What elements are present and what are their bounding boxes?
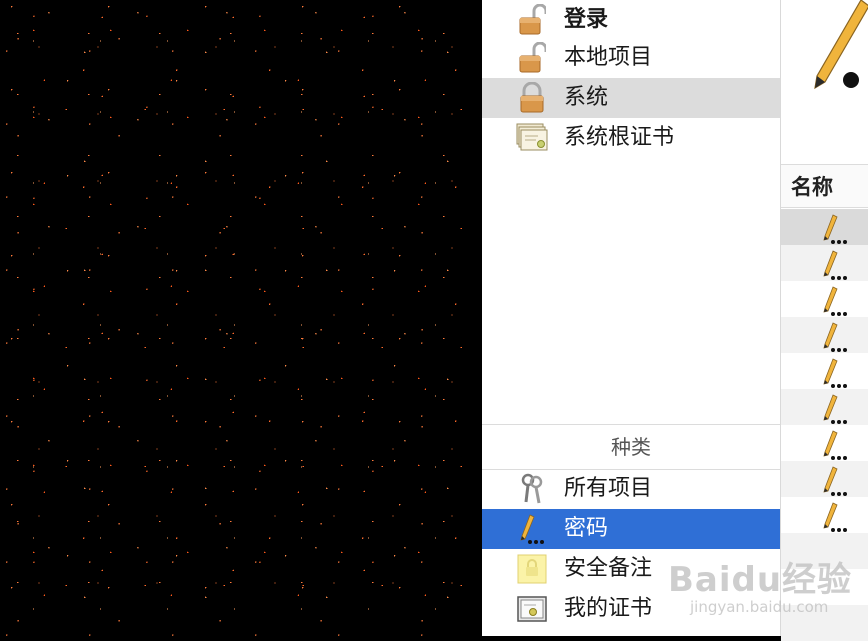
category-item-label: 密码 — [564, 516, 609, 541]
keychain-item-label: 系统 — [564, 85, 609, 110]
watermark-sub: jingyan.baidu.com — [690, 598, 829, 616]
list-item[interactable] — [781, 425, 868, 461]
padlock-closed-icon — [516, 82, 548, 114]
list-item[interactable] — [781, 353, 868, 389]
certificate-icon — [516, 593, 548, 625]
list-item[interactable] — [781, 245, 868, 281]
column-header-name[interactable]: 名称 — [781, 164, 868, 208]
items-panel: 名称 — [781, 0, 868, 641]
pencil-icon — [823, 502, 847, 532]
secure-note-icon — [516, 553, 548, 585]
list-item[interactable] — [781, 281, 868, 317]
keys-icon — [516, 473, 548, 505]
pencil-icon — [823, 322, 847, 352]
pencil-icon — [814, 0, 868, 90]
keychain-sidebar: 登录 本地项目 系统 系统根证书 种类 所有项目 密码 安全备注 我的证书 — [482, 0, 781, 636]
keychain-item-login[interactable]: 登录 — [482, 0, 780, 40]
category-item-passwords[interactable]: 密码 — [482, 509, 780, 549]
pencil-icon — [823, 286, 847, 316]
keychain-item-label: 登录 — [564, 7, 609, 32]
keychain-item-label: 系统根证书 — [564, 125, 675, 150]
keychain-item-system-roots[interactable]: 系统根证书 — [482, 118, 780, 158]
pencil-icon — [823, 430, 847, 460]
desktop-starfield-background — [0, 0, 482, 636]
pencil-icon — [823, 358, 847, 388]
pencil-icon — [823, 214, 847, 244]
list-item[interactable] — [781, 317, 868, 353]
category-item-all-items[interactable]: 所有项目 — [482, 469, 780, 509]
padlock-open-icon — [516, 42, 548, 74]
category-item-label: 安全备注 — [564, 556, 653, 581]
keychain-item-local-items[interactable]: 本地项目 — [482, 38, 780, 78]
keychain-item-system[interactable]: 系统 — [482, 78, 780, 118]
keychain-item-label: 本地项目 — [564, 45, 653, 70]
baidu-jingyan-watermark: Baidu经验 jingyan.baidu.com — [668, 546, 868, 626]
pencil-icon — [823, 250, 847, 280]
padlock-open-icon — [516, 4, 548, 36]
category-section-header: 种类 — [482, 424, 780, 470]
pencil-icon — [823, 466, 847, 496]
list-item[interactable] — [781, 497, 868, 533]
list-item[interactable] — [781, 461, 868, 497]
list-item[interactable] — [781, 209, 868, 245]
pencil-icon — [516, 513, 548, 545]
category-item-label: 所有项目 — [564, 476, 653, 501]
pencil-icon — [823, 394, 847, 424]
list-item[interactable] — [781, 389, 868, 425]
certificate-stack-icon — [516, 122, 548, 154]
category-item-label: 我的证书 — [564, 596, 653, 621]
watermark-main: Baidu经验 — [668, 560, 853, 600]
